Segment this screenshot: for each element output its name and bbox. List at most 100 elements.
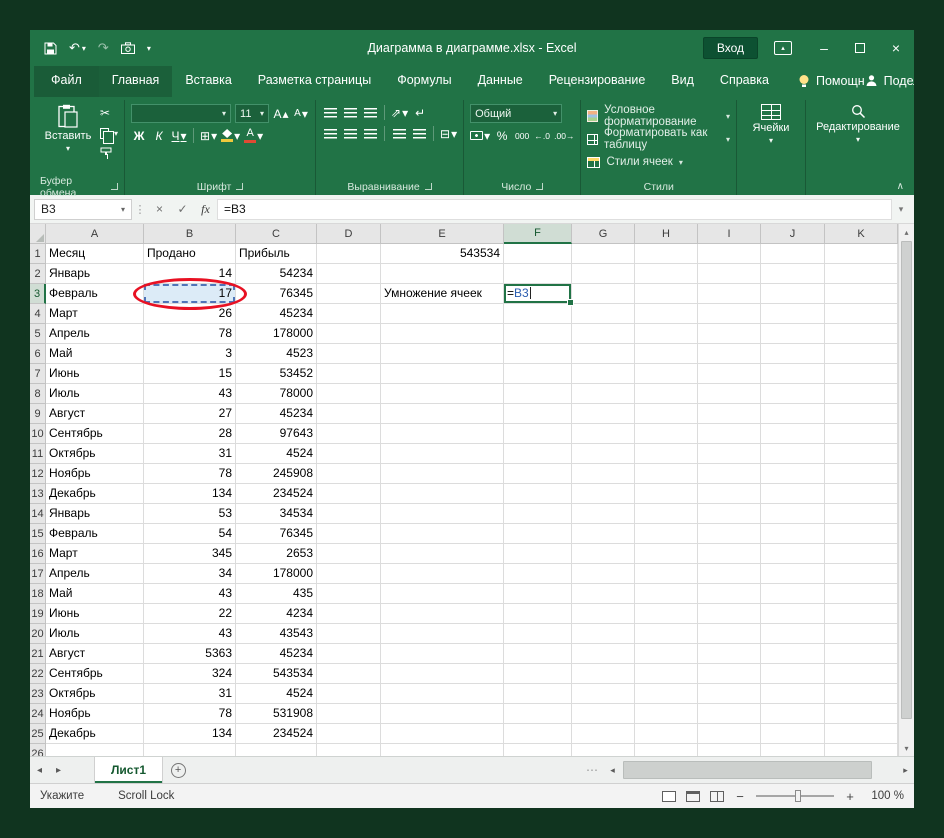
cell-B19[interactable]: 22: [144, 604, 236, 624]
cell-K11[interactable]: [825, 444, 898, 464]
cell-G15[interactable]: [572, 524, 635, 544]
tab-Файл[interactable]: Файл: [34, 66, 99, 97]
font-size-combo[interactable]: 11▾: [235, 104, 269, 123]
cell-D13[interactable]: [317, 484, 381, 504]
cell-K22[interactable]: [825, 664, 898, 684]
cell-G21[interactable]: [572, 644, 635, 664]
horizontal-scroll-track[interactable]: [621, 757, 897, 783]
cell-F25[interactable]: [504, 724, 572, 744]
row-header-8[interactable]: 8: [30, 384, 46, 404]
cell-D19[interactable]: [317, 604, 381, 624]
cell-E11[interactable]: [381, 444, 504, 464]
cell-J26[interactable]: [761, 744, 825, 756]
copy-button[interactable]: ▾: [100, 125, 118, 141]
increase-decimal-button[interactable]: ←.0: [534, 127, 550, 144]
cell-H13[interactable]: [635, 484, 698, 504]
cell-A9[interactable]: Август: [46, 404, 144, 424]
cell-G18[interactable]: [572, 584, 635, 604]
cell-D26[interactable]: [317, 744, 381, 756]
cell-C10[interactable]: 97643: [236, 424, 317, 444]
cell-I17[interactable]: [698, 564, 761, 584]
cell-J17[interactable]: [761, 564, 825, 584]
cell-I10[interactable]: [698, 424, 761, 444]
cell-A7[interactable]: Июнь: [46, 364, 144, 384]
tab-Данные[interactable]: Данные: [465, 66, 536, 97]
cell-C6[interactable]: 4523: [236, 344, 317, 364]
cell-B7[interactable]: 15: [144, 364, 236, 384]
page-layout-view-button[interactable]: [686, 791, 700, 802]
dialog-launcher-icon[interactable]: [536, 183, 543, 190]
minimize-button[interactable]: –: [806, 34, 842, 62]
cell-E21[interactable]: [381, 644, 504, 664]
cell-B17[interactable]: 34: [144, 564, 236, 584]
cell-I20[interactable]: [698, 624, 761, 644]
cell-C11[interactable]: 4524: [236, 444, 317, 464]
tab-Разметка страницы[interactable]: Разметка страницы: [245, 66, 384, 97]
cell-G10[interactable]: [572, 424, 635, 444]
editing-button[interactable]: Редактирование ▾: [812, 100, 904, 195]
cell-G16[interactable]: [572, 544, 635, 564]
cells-button[interactable]: Ячейки ▾: [743, 100, 799, 195]
cell-E2[interactable]: [381, 264, 504, 284]
cell-B21[interactable]: 5363: [144, 644, 236, 664]
cell-F11[interactable]: [504, 444, 572, 464]
zoom-slider-thumb[interactable]: [795, 790, 801, 802]
zoom-in-button[interactable]: +: [844, 789, 856, 804]
cell-A3[interactable]: Февраль: [46, 284, 144, 304]
insert-function-button[interactable]: fx: [194, 202, 217, 217]
cell-K15[interactable]: [825, 524, 898, 544]
cell-G5[interactable]: [572, 324, 635, 344]
cell-C13[interactable]: 234524: [236, 484, 317, 504]
cell-J7[interactable]: [761, 364, 825, 384]
row-header-17[interactable]: 17: [30, 564, 46, 584]
cell-K9[interactable]: [825, 404, 898, 424]
cell-J1[interactable]: [761, 244, 825, 264]
cell-G4[interactable]: [572, 304, 635, 324]
cell-A15[interactable]: Февраль: [46, 524, 144, 544]
cell-J3[interactable]: [761, 284, 825, 304]
cell-J15[interactable]: [761, 524, 825, 544]
confirm-entry-button[interactable]: ✓: [171, 202, 194, 216]
cell-D7[interactable]: [317, 364, 381, 384]
paste-button[interactable]: Вставить ▾: [40, 100, 96, 178]
cell-A11[interactable]: Октябрь: [46, 444, 144, 464]
tab-Главная[interactable]: Главная: [99, 66, 173, 97]
cell-D2[interactable]: [317, 264, 381, 284]
cell-K10[interactable]: [825, 424, 898, 444]
align-right-button[interactable]: [362, 125, 378, 142]
cell-K24[interactable]: [825, 704, 898, 724]
cell-D12[interactable]: [317, 464, 381, 484]
cell-H23[interactable]: [635, 684, 698, 704]
cell-D3[interactable]: [317, 284, 381, 304]
cell-styles-button[interactable]: Стили ячеек▾: [587, 152, 730, 172]
cell-A8[interactable]: Июль: [46, 384, 144, 404]
horizontal-scrollbar[interactable]: ◂ ▸: [604, 757, 914, 783]
cell-K2[interactable]: [825, 264, 898, 284]
cell-I16[interactable]: [698, 544, 761, 564]
cell-B23[interactable]: 31: [144, 684, 236, 704]
cell-I22[interactable]: [698, 664, 761, 684]
decrease-decimal-button[interactable]: .00→: [554, 127, 574, 144]
cell-E22[interactable]: [381, 664, 504, 684]
redo-button[interactable]: ↷: [98, 40, 109, 56]
align-left-button[interactable]: [322, 125, 338, 142]
cell-D6[interactable]: [317, 344, 381, 364]
cell-G25[interactable]: [572, 724, 635, 744]
column-header-C[interactable]: C: [236, 224, 317, 244]
number-format-combo[interactable]: Общий▾: [470, 104, 562, 123]
cell-D10[interactable]: [317, 424, 381, 444]
fill-color-button[interactable]: ▾: [221, 127, 240, 144]
cell-K6[interactable]: [825, 344, 898, 364]
cell-C16[interactable]: 2653: [236, 544, 317, 564]
cell-I21[interactable]: [698, 644, 761, 664]
scroll-left-icon[interactable]: ◂: [604, 757, 621, 783]
row-header-4[interactable]: 4: [30, 304, 46, 324]
cell-J2[interactable]: [761, 264, 825, 284]
cell-C15[interactable]: 76345: [236, 524, 317, 544]
cell-A10[interactable]: Сентябрь: [46, 424, 144, 444]
cell-K23[interactable]: [825, 684, 898, 704]
row-header-2[interactable]: 2: [30, 264, 46, 284]
cell-D16[interactable]: [317, 544, 381, 564]
dialog-launcher-icon[interactable]: [425, 183, 432, 190]
cell-G9[interactable]: [572, 404, 635, 424]
